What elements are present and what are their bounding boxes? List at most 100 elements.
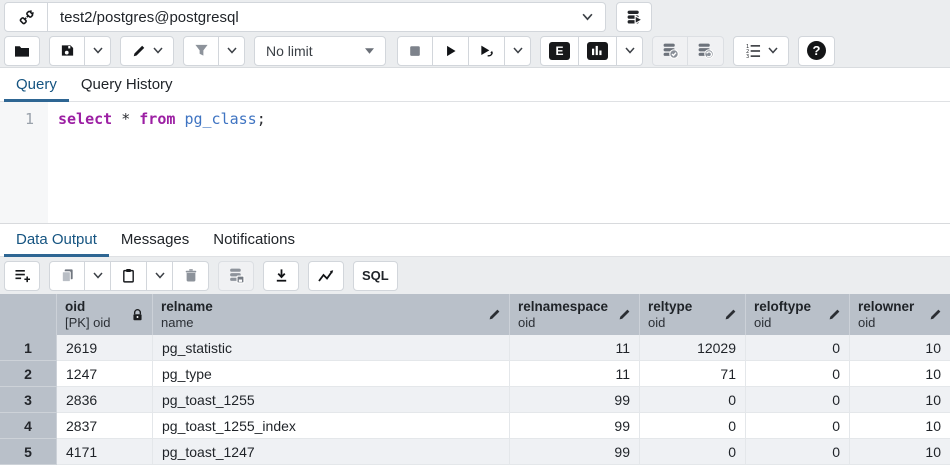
- new-connection-button[interactable]: [616, 2, 652, 32]
- trash-icon: [184, 268, 198, 283]
- copy-icon: [60, 268, 75, 283]
- execute-button[interactable]: [433, 36, 469, 66]
- help-button[interactable]: ?: [798, 36, 835, 66]
- cell[interactable]: pg_toast_1255_index: [153, 413, 510, 439]
- cell[interactable]: 0: [746, 387, 850, 413]
- copy-menu-button[interactable]: [85, 261, 111, 291]
- cell[interactable]: pg_toast_1255: [153, 387, 510, 413]
- commit-button[interactable]: [652, 36, 688, 66]
- cell[interactable]: pg_toast_1247: [153, 439, 510, 465]
- column-header-relname[interactable]: relnamename: [153, 294, 510, 335]
- table-row: 12619pg_statistic1112029010: [0, 335, 950, 361]
- chevron-down-icon: [227, 47, 237, 54]
- filter-button[interactable]: [183, 36, 219, 66]
- row-number[interactable]: 5: [0, 439, 57, 465]
- paste-menu-button[interactable]: [147, 261, 173, 291]
- column-header-reloftype[interactable]: reloftypeoid: [746, 294, 850, 335]
- copy-button[interactable]: [49, 261, 85, 291]
- pencil-icon[interactable]: [929, 308, 942, 321]
- execute-to-cursor-button[interactable]: [469, 36, 505, 66]
- connection-select[interactable]: test2/postgres@postgresql: [48, 2, 606, 32]
- cell[interactable]: 2837: [57, 413, 153, 439]
- open-file-button[interactable]: [4, 36, 40, 66]
- add-row-button[interactable]: [4, 261, 40, 291]
- explain-button[interactable]: E: [540, 36, 579, 66]
- connection-select-value: test2/postgres@postgresql: [60, 9, 239, 26]
- cell[interactable]: 10: [850, 413, 950, 439]
- cell[interactable]: 0: [640, 413, 746, 439]
- cell[interactable]: 0: [640, 439, 746, 465]
- save-button[interactable]: [49, 36, 85, 66]
- row-number[interactable]: 1: [0, 335, 57, 361]
- cell[interactable]: 10: [850, 387, 950, 413]
- cell[interactable]: 11: [510, 361, 640, 387]
- tab-notifications[interactable]: Notifications: [201, 224, 307, 256]
- explain-menu-button[interactable]: [617, 36, 643, 66]
- cell[interactable]: 10: [850, 361, 950, 387]
- tab-messages[interactable]: Messages: [109, 224, 201, 256]
- pencil-icon[interactable]: [724, 308, 737, 321]
- database-save-icon: [228, 267, 245, 284]
- macros-button[interactable]: 1 2 3: [733, 36, 789, 66]
- filter-menu-button[interactable]: [219, 36, 245, 66]
- column-header-reltype[interactable]: reltypeoid: [640, 294, 746, 335]
- cell[interactable]: 10: [850, 335, 950, 361]
- pencil-icon[interactable]: [618, 308, 631, 321]
- cell[interactable]: 0: [746, 413, 850, 439]
- cell[interactable]: 71: [640, 361, 746, 387]
- download-button[interactable]: [263, 261, 299, 291]
- explain-analyze-button[interactable]: [579, 36, 617, 66]
- save-data-changes-button[interactable]: [218, 261, 254, 291]
- row-limit-select[interactable]: No limit: [254, 36, 386, 66]
- cell[interactable]: 0: [746, 439, 850, 465]
- code-line-content: select * from pg_class;: [58, 110, 266, 128]
- delete-row-button[interactable]: [173, 261, 209, 291]
- chevron-down-icon: [625, 47, 635, 54]
- save-menu-button[interactable]: [85, 36, 111, 66]
- cell[interactable]: 1247: [57, 361, 153, 387]
- column-header-relowner[interactable]: relowneroid: [850, 294, 950, 335]
- cell[interactable]: 2836: [57, 387, 153, 413]
- paste-button[interactable]: [111, 261, 147, 291]
- cell[interactable]: pg_type: [153, 361, 510, 387]
- cell[interactable]: 10: [850, 439, 950, 465]
- cell[interactable]: 2619: [57, 335, 153, 361]
- rollback-button[interactable]: [688, 36, 724, 66]
- edit-menu-button[interactable]: [120, 36, 174, 66]
- column-header-oid[interactable]: oid[PK] oid: [57, 294, 153, 335]
- play-to-cursor-icon: [479, 43, 494, 58]
- tab-data-output[interactable]: Data Output: [4, 224, 109, 256]
- cell[interactable]: 99: [510, 413, 640, 439]
- execute-menu-button[interactable]: [505, 36, 531, 66]
- pencil-icon[interactable]: [828, 308, 841, 321]
- cell[interactable]: 99: [510, 387, 640, 413]
- cell[interactable]: 99: [510, 439, 640, 465]
- cell[interactable]: pg_statistic: [153, 335, 510, 361]
- row-number[interactable]: 4: [0, 413, 57, 439]
- folder-icon: [14, 43, 30, 59]
- table-row: 54171pg_toast_1247990010: [0, 439, 950, 465]
- sql-editor[interactable]: 1 select * from pg_class;: [0, 102, 950, 223]
- filter-funnel-icon: [194, 43, 209, 58]
- cell[interactable]: 11: [510, 335, 640, 361]
- graph-visualiser-button[interactable]: [308, 261, 344, 291]
- tab-query[interactable]: Query: [4, 69, 69, 101]
- cell[interactable]: 12029: [640, 335, 746, 361]
- stop-button[interactable]: [397, 36, 433, 66]
- pencil-icon[interactable]: [488, 308, 501, 321]
- add-row-icon: [14, 268, 31, 283]
- connection-status-button[interactable]: [4, 2, 48, 32]
- sql-button[interactable]: SQL: [353, 261, 398, 291]
- tab-query-history[interactable]: Query History: [69, 69, 185, 101]
- svg-text:3: 3: [745, 54, 748, 58]
- row-number[interactable]: 3: [0, 387, 57, 413]
- data-output-toolbar: SQL: [0, 257, 950, 294]
- cell[interactable]: 0: [746, 335, 850, 361]
- code-line[interactable]: select * from pg_class;: [48, 102, 266, 223]
- cell[interactable]: 4171: [57, 439, 153, 465]
- row-number[interactable]: 2: [0, 361, 57, 387]
- cell[interactable]: 0: [640, 387, 746, 413]
- line-chart-icon: [318, 269, 334, 283]
- column-header-relnamespace[interactable]: relnamespaceoid: [510, 294, 640, 335]
- cell[interactable]: 0: [746, 361, 850, 387]
